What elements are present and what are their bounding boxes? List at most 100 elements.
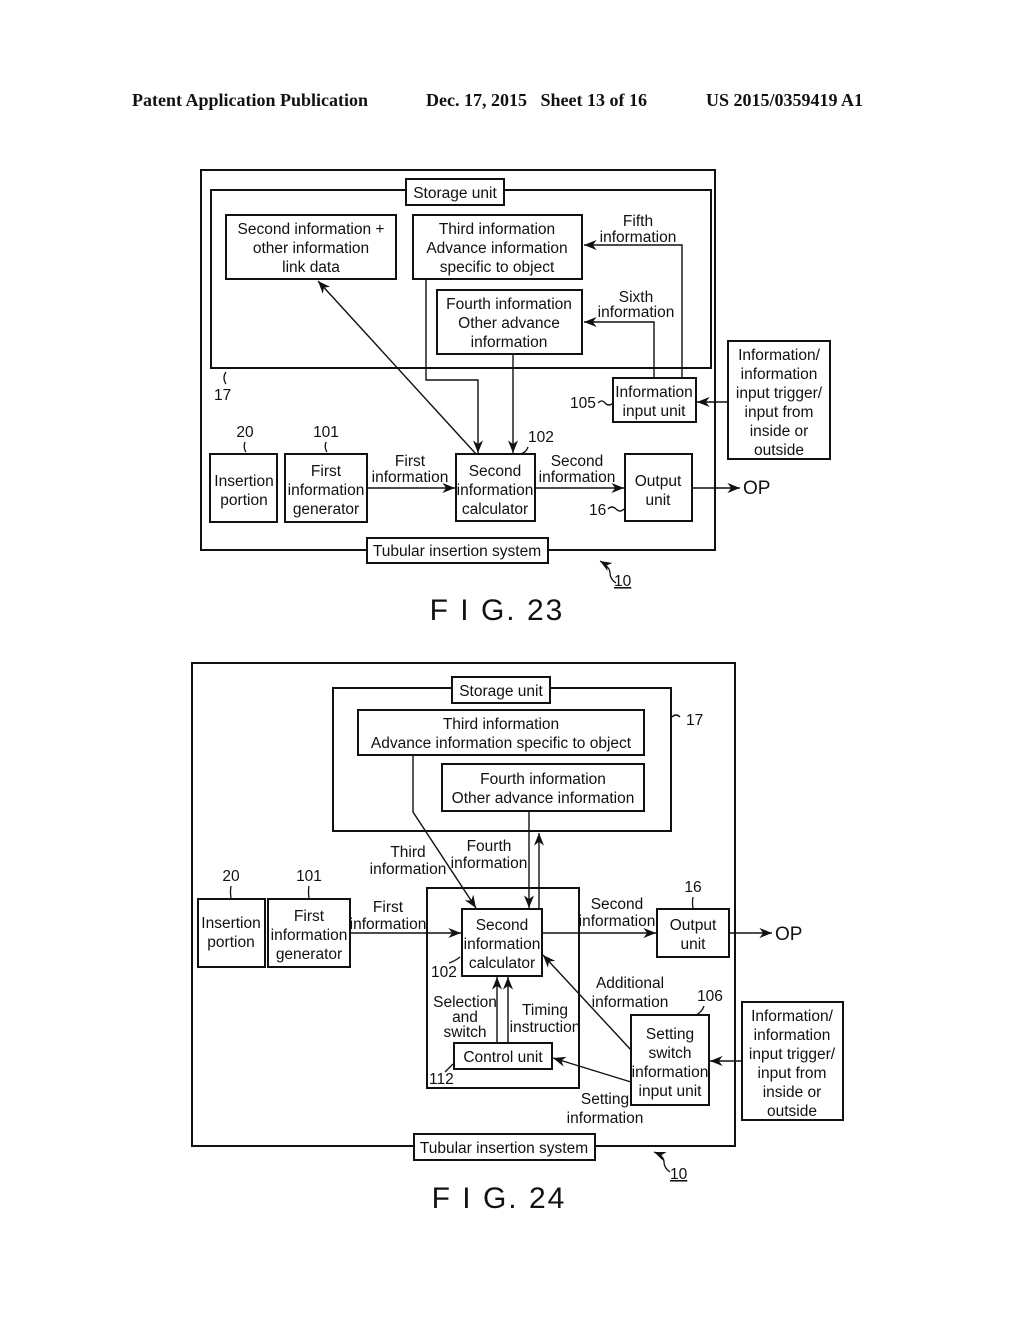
second-info-label-2: information [539, 469, 616, 486]
third-info-line2: Advance information [426, 240, 567, 257]
output-ref-16: 16 [589, 502, 606, 519]
insertion-line2: portion [207, 934, 254, 951]
timing-label-2: instruction [510, 1019, 581, 1036]
selection-label-3: switch [443, 1024, 486, 1041]
insertion-ref-20: 20 [236, 424, 254, 441]
control-unit-label: Control unit [463, 1049, 543, 1066]
first-info-label-2: information [372, 469, 449, 486]
second-info-label-1: Second [551, 453, 604, 470]
additional-info-label-2: information [592, 994, 669, 1011]
calc-ref-102: 102 [528, 429, 554, 446]
insertion-line1: Insertion [214, 473, 273, 490]
setting-switch-line2: switch [648, 1045, 691, 1062]
setting-switch-line4: input unit [639, 1083, 703, 1100]
first-gen-ref-101: 101 [313, 424, 339, 441]
storage-unit-label: Storage unit [459, 683, 543, 700]
figure-24-caption: F I G. 24 [432, 1182, 567, 1215]
diagram-canvas: Storage unit Second information + other … [191, 169, 844, 1215]
external-line5: inside or [763, 1084, 822, 1101]
calc-line1: Second [476, 917, 529, 934]
link-data-line3: link data [282, 259, 340, 276]
calc-line3: calculator [469, 955, 535, 972]
external-line1: Information/ [738, 347, 821, 364]
ref-leader [229, 885, 232, 899]
external-line6: outside [754, 442, 804, 459]
ref-arrow [653, 1151, 671, 1173]
figure-23-caption: F I G. 23 [430, 594, 565, 627]
output-line1: Output [670, 917, 717, 934]
setting-info-label-1: Setting [581, 1091, 629, 1108]
third-info-line2: Advance information specific to object [371, 735, 632, 752]
first-gen-line1: First [294, 908, 325, 925]
first-info-label-1: First [373, 899, 404, 916]
info-input-ref-105: 105 [570, 395, 596, 412]
storage-ref-17: 17 [214, 387, 231, 404]
system-ref-10: 10 [614, 573, 632, 590]
fourth-info-line1: Fourth information [480, 771, 606, 788]
third-info-label-1: Third [390, 844, 425, 861]
third-info-line1: Third information [443, 716, 559, 733]
link-data-line2: other information [253, 240, 369, 257]
external-line4: input from [758, 1065, 827, 1082]
external-line4: input from [745, 404, 814, 421]
output-line1: Output [635, 473, 682, 490]
storage-ref-17: 17 [686, 712, 703, 729]
setting-switch-line1: Setting [646, 1026, 694, 1043]
calc-line3: calculator [462, 501, 528, 518]
setting-switch-line3: information [632, 1064, 709, 1081]
additional-info-label-1: Additional [596, 975, 664, 992]
first-info-label-1: First [395, 453, 426, 470]
external-line3: input trigger/ [749, 1046, 836, 1063]
setting-info-label-2: information [567, 1110, 644, 1127]
fifth-info-label-1: Fifth [623, 213, 653, 230]
fourth-info-line2: Other advance [458, 315, 560, 332]
figure-23: Storage unit Second information + other … [200, 169, 831, 627]
third-info-line1: Third information [439, 221, 555, 238]
first-gen-line2: information [271, 927, 348, 944]
second-info-label-1: Second [591, 896, 644, 913]
timing-label-1: Timing [522, 1002, 568, 1019]
external-line2: information [741, 366, 818, 383]
fourth-info-line1: Fourth information [446, 296, 572, 313]
first-gen-line2: information [288, 482, 365, 499]
system-ref-10: 10 [670, 1166, 688, 1183]
calc-ref-102: 102 [431, 964, 457, 981]
calc-line2: information [457, 482, 534, 499]
calc-line1: Second [469, 463, 522, 480]
third-info-label-2: information [370, 861, 447, 878]
output-line2: unit [681, 936, 707, 953]
setting-switch-ref-106: 106 [697, 988, 723, 1005]
insertion-line2: portion [220, 492, 267, 509]
second-info-label-2: information [579, 913, 656, 930]
output-ref-16: 16 [684, 879, 701, 896]
external-line5: inside or [750, 423, 809, 440]
first-info-label-2: information [350, 916, 427, 933]
ref-leader [307, 885, 310, 899]
link-data-line1: Second information + [238, 221, 385, 238]
storage-unit-label: Storage unit [413, 185, 497, 202]
tubular-system-label: Tubular insertion system [373, 543, 541, 560]
fourth-info-label-1: Fourth [467, 838, 512, 855]
fifth-info-label-2: information [600, 229, 677, 246]
insertion-ref-20: 20 [222, 868, 240, 885]
first-gen-line1: First [311, 463, 342, 480]
info-input-unit-line2: input unit [623, 403, 687, 420]
info-input-unit-line1: Information [615, 384, 693, 401]
third-info-line3: specific to object [440, 259, 555, 276]
fourth-info-label-2: information [451, 855, 528, 872]
first-gen-ref-101: 101 [296, 868, 322, 885]
figure-24: Storage unit 17 Third information Advanc… [191, 662, 844, 1215]
external-line2: information [754, 1027, 831, 1044]
insertion-portion-box [197, 898, 266, 968]
op-label: OP [775, 924, 802, 945]
output-line2: unit [646, 492, 672, 509]
tubular-system-label: Tubular insertion system [420, 1140, 588, 1157]
fourth-info-line2: Other advance information [452, 790, 635, 807]
insertion-line1: Insertion [201, 915, 260, 932]
calc-line2: information [464, 936, 541, 953]
control-ref-112: 112 [429, 1071, 454, 1088]
external-line3: input trigger/ [736, 385, 823, 402]
op-label: OP [743, 478, 770, 499]
ref-leader [691, 896, 694, 909]
sixth-info-label-2: information [598, 304, 675, 321]
